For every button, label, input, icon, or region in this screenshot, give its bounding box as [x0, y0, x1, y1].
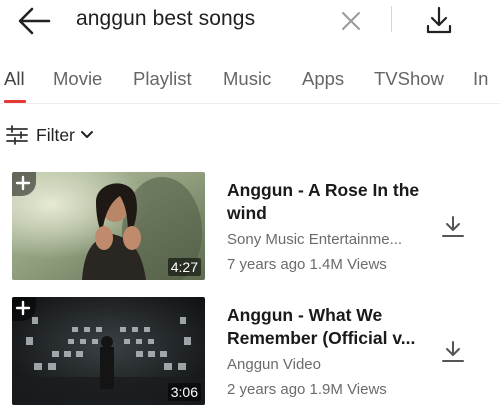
video-duration: 3:06: [167, 383, 201, 401]
video-thumbnail[interactable]: 4:27: [12, 172, 205, 280]
video-title[interactable]: Anggun - What We Remember (Official v...: [227, 304, 427, 350]
add-to-playlist-icon[interactable]: [12, 172, 36, 196]
video-duration: 4:27: [167, 258, 201, 276]
filter-button[interactable]: Filter: [6, 123, 94, 147]
add-to-playlist-icon[interactable]: [12, 297, 36, 321]
clear-search-button[interactable]: [336, 6, 366, 36]
close-icon: [342, 12, 360, 30]
toolbar-divider: [391, 6, 392, 32]
search-bar: anggun best songs: [0, 0, 500, 42]
tab-apps[interactable]: Apps: [302, 68, 344, 90]
category-tabs: All Movie Playlist Music Apps TVShow In: [0, 60, 500, 104]
download-icon[interactable]: [440, 339, 466, 365]
tab-partial[interactable]: In: [473, 68, 488, 90]
tab-movie[interactable]: Movie: [53, 68, 102, 90]
tab-all[interactable]: All: [4, 68, 25, 90]
search-input[interactable]: anggun best songs: [76, 7, 255, 31]
filter-label: Filter: [36, 124, 75, 145]
video-meta: 2 years ago 1.9M Views: [227, 381, 387, 398]
tab-music[interactable]: Music: [223, 68, 271, 90]
tab-playlist[interactable]: Playlist: [133, 68, 192, 90]
download-icon[interactable]: [440, 214, 466, 240]
video-channel: Sony Music Entertainme...: [227, 231, 403, 248]
video-thumbnail[interactable]: 3:06: [12, 297, 205, 405]
video-channel: Anggun Video: [227, 356, 321, 373]
back-button[interactable]: [14, 4, 54, 38]
video-title[interactable]: Anggun - A Rose In the wind: [227, 179, 427, 225]
sliders-icon: [6, 125, 28, 145]
chevron-down-icon: [80, 131, 93, 138]
arrow-left-icon: [18, 7, 51, 35]
video-item[interactable]: 3:06 Anggun - What We Remember (Official…: [12, 297, 488, 407]
download-icon: [426, 6, 452, 34]
tab-tvshow[interactable]: TVShow: [374, 68, 444, 90]
downloads-button[interactable]: [420, 2, 458, 38]
tabs-divider: [0, 103, 500, 104]
video-meta: 7 years ago 1.4M Views: [227, 256, 387, 273]
video-item[interactable]: 4:27 Anggun - A Rose In the wind Sony Mu…: [12, 172, 488, 282]
